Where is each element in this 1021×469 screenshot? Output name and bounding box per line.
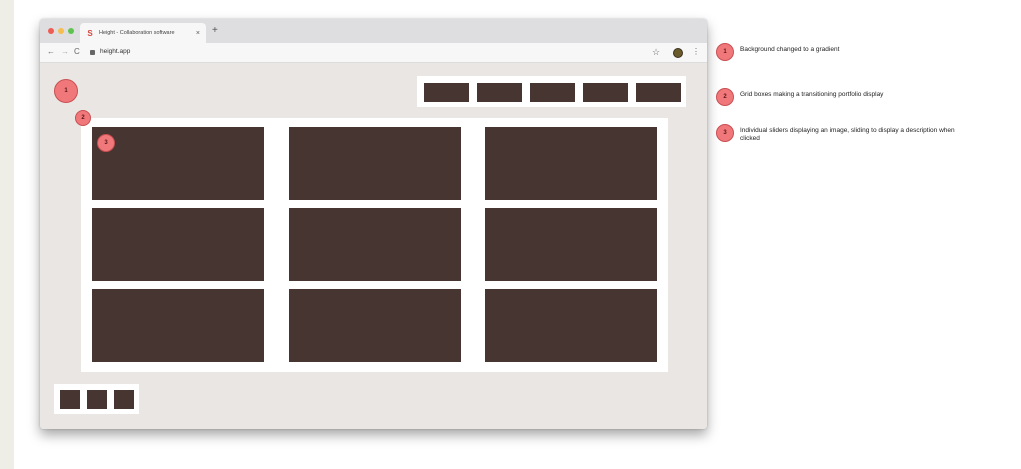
menu-kebab-icon[interactable]: ⋮ [692,47,700,56]
legend-marker: 1 [716,43,734,61]
annotation-marker-3: 3 [97,134,115,152]
tab-close-icon[interactable]: × [196,30,200,37]
grid-slider-box[interactable] [92,127,264,200]
minimize-window-dot[interactable] [58,28,64,34]
annotation-marker-1: 1 [54,79,78,103]
nav-box[interactable] [477,83,522,102]
nav-box[interactable] [530,83,575,102]
annotation-marker-2: 2 [75,110,91,126]
new-tab-icon[interactable]: + [212,25,218,36]
grid-slider-box[interactable] [289,289,461,362]
grid-slider-box[interactable] [289,208,461,281]
forward-arrow-icon[interactable]: → [61,47,69,56]
portfolio-grid [81,118,668,372]
browser-toolbar: ← → C height.app ☆ ⋮ [40,43,707,63]
back-arrow-icon[interactable]: ← [47,47,55,56]
grid-slider-box[interactable] [92,289,264,362]
grid-slider-box[interactable] [485,127,657,200]
grid-slider-box[interactable] [92,208,264,281]
tab-title: Height - Collaboration software [99,30,175,36]
legend-text: Grid boxes making a transitioning portfo… [740,91,884,98]
browser-tab[interactable]: S Height - Collaboration software × [80,23,206,43]
lock-icon [90,50,95,55]
legend-text: Background changed to a gradient [740,46,840,53]
bookmark-star-icon[interactable]: ☆ [652,47,660,58]
footer-box[interactable] [60,390,80,409]
nav-panel [417,76,686,107]
maximize-window-dot[interactable] [68,28,74,34]
nav-box[interactable] [424,83,469,102]
profile-avatar[interactable] [673,48,683,58]
tab-bar: S Height - Collaboration software × + [40,19,707,43]
nav-box[interactable] [583,83,628,102]
grid-slider-box[interactable] [485,208,657,281]
legend-text: Individual sliders displaying an image, … [740,127,955,142]
browser-window: S Height - Collaboration software × + ← … [40,19,707,429]
grid-slider-box[interactable] [485,289,657,362]
page-content: 1 2 3 [40,64,707,429]
footer-box[interactable] [87,390,107,409]
favicon-icon: S [87,28,93,38]
nav-box[interactable] [636,83,681,102]
legend-marker: 3 [716,124,734,142]
legend-marker: 2 [716,88,734,106]
grid-slider-box[interactable] [289,127,461,200]
footer-panel [54,384,139,414]
reload-icon[interactable]: C [74,47,80,56]
footer-box[interactable] [114,390,134,409]
address-bar[interactable]: height.app [100,48,130,55]
close-window-dot[interactable] [48,28,54,34]
